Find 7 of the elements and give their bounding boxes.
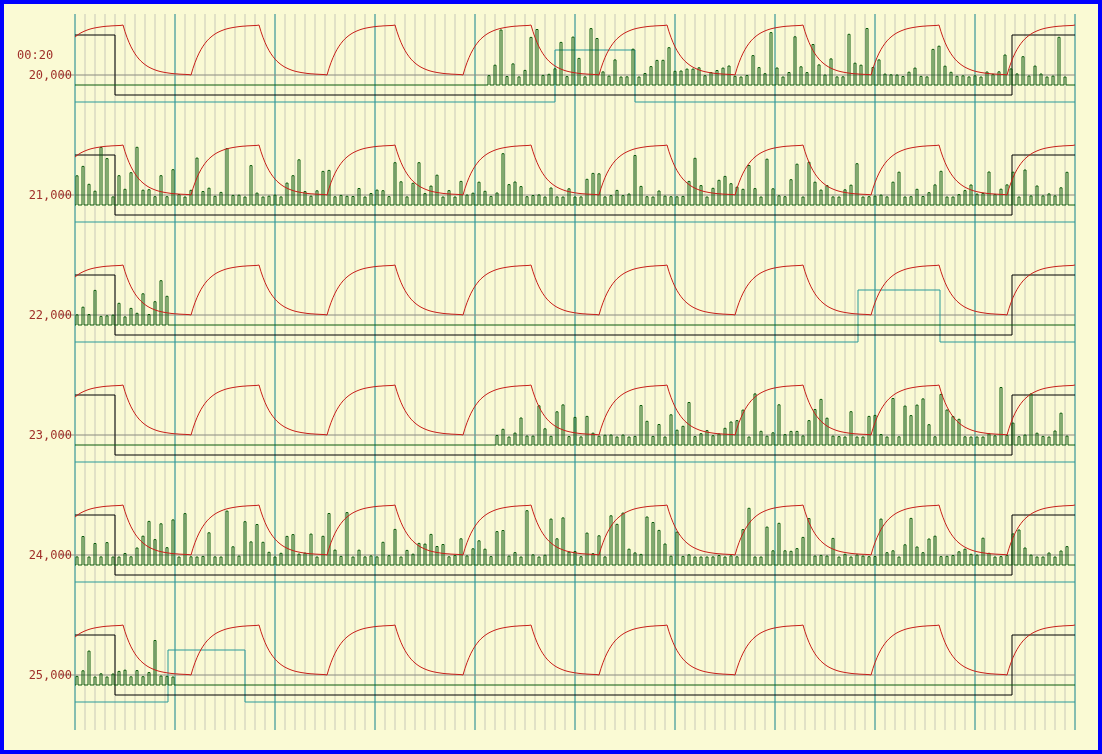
axis-label: 24,000: [28, 548, 72, 562]
axis-label: 21,000: [28, 188, 72, 202]
axis-label: 22,000: [28, 308, 72, 322]
time-label: 00:20: [17, 48, 54, 62]
axis-label: 23,000: [28, 428, 72, 442]
axis-label: 25,000: [28, 668, 72, 682]
axis-label: 20,000: [28, 68, 72, 82]
